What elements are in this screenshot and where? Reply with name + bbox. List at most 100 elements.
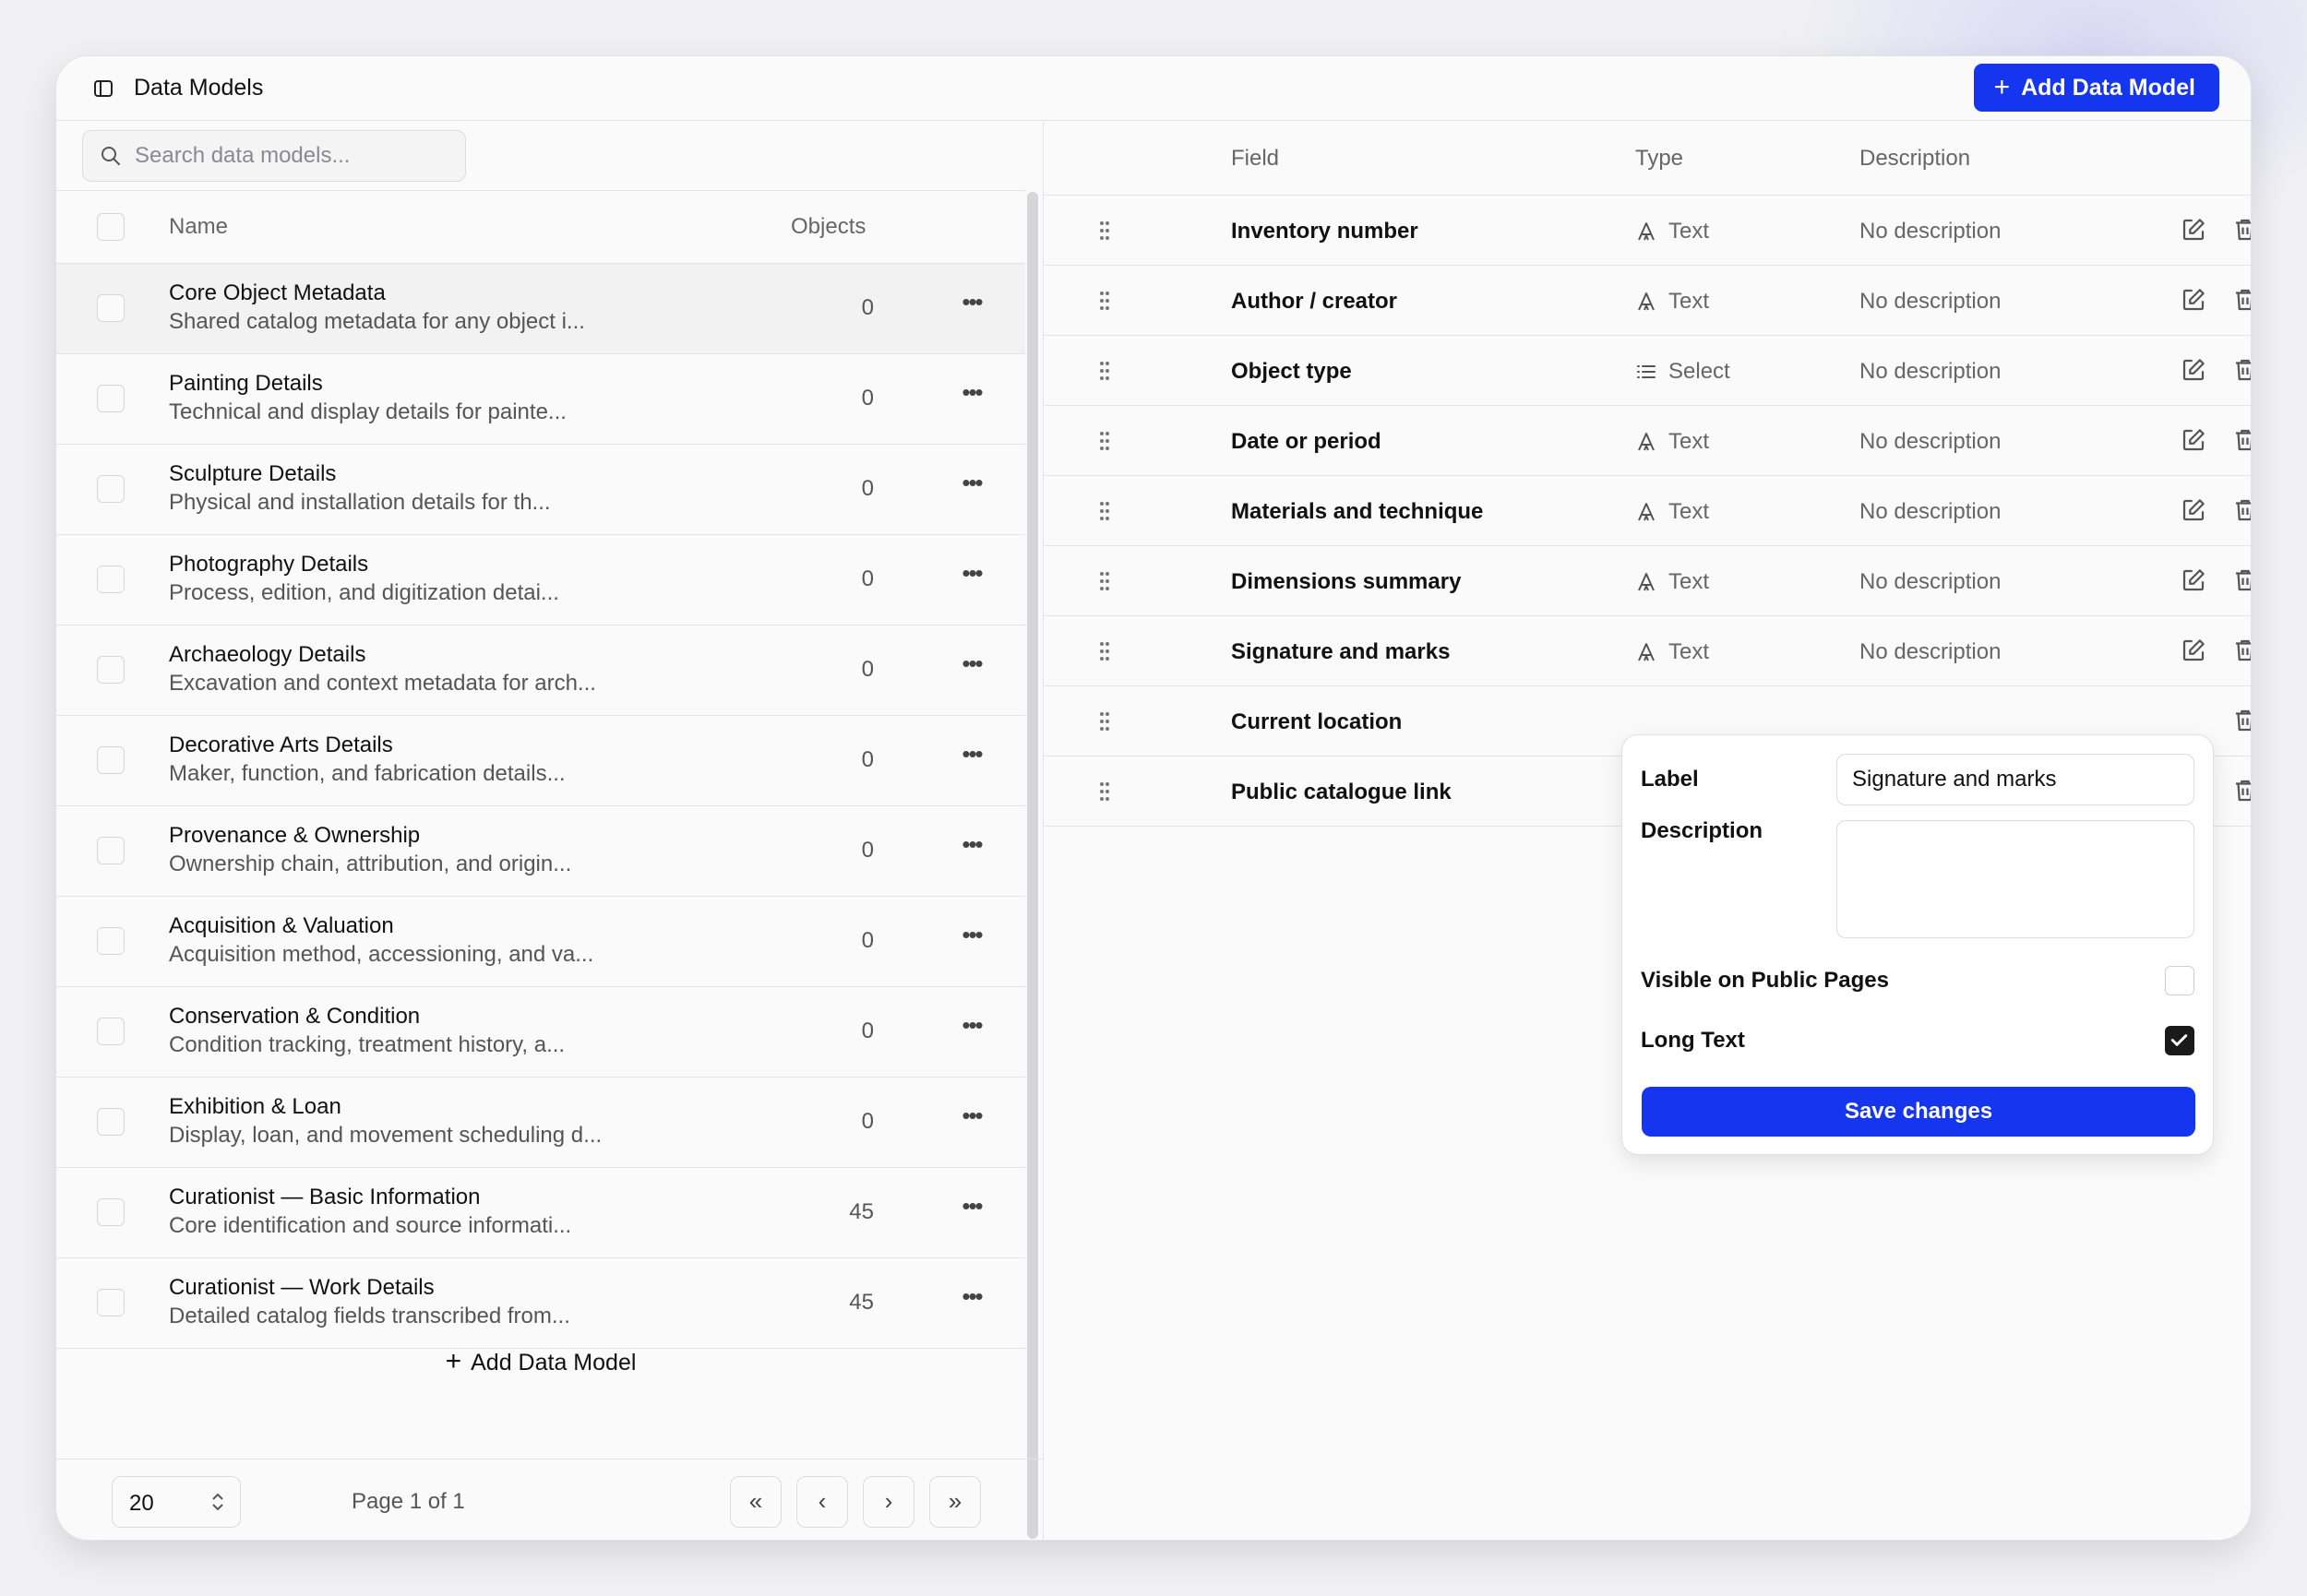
drag-handle-icon[interactable] (1098, 640, 1111, 662)
row-checkbox[interactable] (97, 385, 125, 412)
edit-icon[interactable] (2180, 426, 2207, 454)
fields-table-header: Field Type Description (1045, 122, 2251, 196)
edit-icon[interactable] (2180, 637, 2207, 664)
trash-icon[interactable] (2231, 777, 2251, 804)
row-object-count: 0 (861, 476, 874, 501)
long-text-checkbox[interactable] (2165, 1026, 2194, 1055)
table-row[interactable]: Painting Details Technical and display d… (56, 354, 1025, 445)
row-checkbox[interactable] (97, 656, 125, 684)
more-options-icon[interactable]: ••• (953, 1100, 990, 1137)
table-row[interactable]: Conservation & Condition Condition track… (56, 987, 1025, 1078)
more-options-icon[interactable]: ••• (953, 286, 990, 323)
row-description: Ownership chain, attribution, and origin… (169, 852, 572, 876)
column-header-objects: Objects (791, 214, 867, 239)
text-type-icon (1638, 433, 1655, 451)
select-all-checkbox[interactable] (97, 213, 125, 241)
row-checkbox[interactable] (97, 1198, 125, 1226)
visible-public-label: Visible on Public Pages (1641, 968, 1889, 993)
window-header: Data Models + Add Data Model (56, 56, 2251, 121)
field-row[interactable]: Dimensions summary Text No description (1045, 546, 2251, 616)
more-options-icon[interactable]: ••• (953, 1190, 990, 1227)
search-input[interactable] (135, 131, 458, 181)
table-row[interactable]: Acquisition & Valuation Acquisition meth… (56, 897, 1025, 987)
more-options-icon[interactable]: ••• (953, 828, 990, 865)
field-description: No description (1859, 219, 2002, 244)
add-data-model-row-button[interactable]: + Add Data Model (56, 1346, 1025, 1377)
row-description: Physical and installation details for th… (169, 490, 551, 515)
page-size-select[interactable]: 20 (112, 1476, 241, 1528)
description-textarea[interactable] (1836, 820, 2194, 938)
field-row[interactable]: Author / creator Text No description (1045, 266, 2251, 336)
drag-handle-icon[interactable] (1098, 780, 1111, 803)
edit-icon[interactable] (2180, 216, 2207, 244)
drag-handle-icon[interactable] (1098, 290, 1111, 312)
table-row[interactable]: Sculpture Details Physical and installat… (56, 445, 1025, 535)
visible-public-checkbox[interactable] (2165, 966, 2194, 995)
plus-icon: + (1993, 72, 2011, 102)
more-options-icon[interactable]: ••• (953, 557, 990, 594)
table-row[interactable]: Provenance & Ownership Ownership chain, … (56, 806, 1025, 897)
field-row[interactable]: Date or period Text No description (1045, 406, 2251, 476)
field-description: No description (1859, 569, 2002, 594)
trash-icon[interactable] (2231, 356, 2251, 384)
search-box[interactable] (82, 130, 466, 182)
drag-handle-icon[interactable] (1098, 360, 1111, 382)
label-input[interactable] (1836, 754, 2194, 805)
drag-handle-icon[interactable] (1098, 500, 1111, 522)
row-checkbox[interactable] (97, 746, 125, 774)
row-checkbox[interactable] (97, 1289, 125, 1316)
table-row[interactable]: Decorative Arts Details Maker, function,… (56, 716, 1025, 806)
sidebar-toggle-icon[interactable] (93, 78, 114, 99)
trash-icon[interactable] (2231, 566, 2251, 594)
edit-icon[interactable] (2180, 496, 2207, 524)
list-scrollbar[interactable] (1027, 192, 1038, 1539)
add-data-model-button[interactable]: + Add Data Model (1973, 64, 2219, 112)
table-row[interactable]: Curationist — Basic Information Core ide… (56, 1168, 1025, 1258)
row-checkbox[interactable] (97, 1018, 125, 1045)
trash-icon[interactable] (2231, 496, 2251, 524)
more-options-icon[interactable]: ••• (953, 1009, 990, 1046)
trash-icon[interactable] (2231, 286, 2251, 314)
checkmark-icon (2170, 1034, 2188, 1046)
row-checkbox[interactable] (97, 566, 125, 593)
more-options-icon[interactable]: ••• (953, 738, 990, 775)
trash-icon[interactable] (2231, 637, 2251, 664)
table-row[interactable]: Exhibition & Loan Display, loan, and mov… (56, 1078, 1025, 1168)
more-options-icon[interactable]: ••• (953, 648, 990, 685)
edit-icon[interactable] (2180, 286, 2207, 314)
more-options-icon[interactable]: ••• (953, 376, 990, 413)
more-options-icon[interactable]: ••• (953, 1280, 990, 1317)
save-changes-button[interactable]: Save changes (1642, 1087, 2195, 1137)
drag-handle-icon[interactable] (1098, 710, 1111, 732)
row-checkbox[interactable] (97, 1108, 125, 1136)
table-row[interactable]: Core Object Metadata Shared catalog meta… (56, 264, 1025, 354)
drag-handle-icon[interactable] (1098, 570, 1111, 592)
more-options-icon[interactable]: ••• (953, 467, 990, 504)
drag-handle-icon[interactable] (1098, 430, 1111, 452)
field-description: No description (1859, 359, 2002, 384)
field-row[interactable]: Object type Select No description (1045, 336, 2251, 406)
field-row[interactable]: Materials and technique Text No descript… (1045, 476, 2251, 546)
row-description: Condition tracking, treatment history, a… (169, 1032, 566, 1057)
row-description: Maker, function, and fabrication details… (169, 761, 566, 786)
trash-icon[interactable] (2231, 426, 2251, 454)
row-checkbox[interactable] (97, 294, 125, 322)
first-page-button[interactable]: « (730, 1476, 782, 1528)
drag-handle-icon[interactable] (1098, 220, 1111, 242)
next-page-button[interactable]: › (863, 1476, 914, 1528)
last-page-button[interactable]: » (929, 1476, 981, 1528)
previous-page-button[interactable]: ‹ (796, 1476, 848, 1528)
table-row[interactable]: Archaeology Details Excavation and conte… (56, 625, 1025, 716)
trash-icon[interactable] (2231, 216, 2251, 244)
trash-icon[interactable] (2231, 707, 2251, 734)
field-row[interactable]: Signature and marks Text No description (1045, 616, 2251, 686)
edit-icon[interactable] (2180, 566, 2207, 594)
edit-icon[interactable] (2180, 356, 2207, 384)
more-options-icon[interactable]: ••• (953, 919, 990, 956)
row-checkbox[interactable] (97, 475, 125, 503)
row-checkbox[interactable] (97, 837, 125, 864)
field-row[interactable]: Inventory number Text No description (1045, 196, 2251, 266)
row-checkbox[interactable] (97, 927, 125, 955)
table-row[interactable]: Curationist — Work Details Detailed cata… (56, 1258, 1025, 1349)
table-row[interactable]: Photography Details Process, edition, an… (56, 535, 1025, 625)
